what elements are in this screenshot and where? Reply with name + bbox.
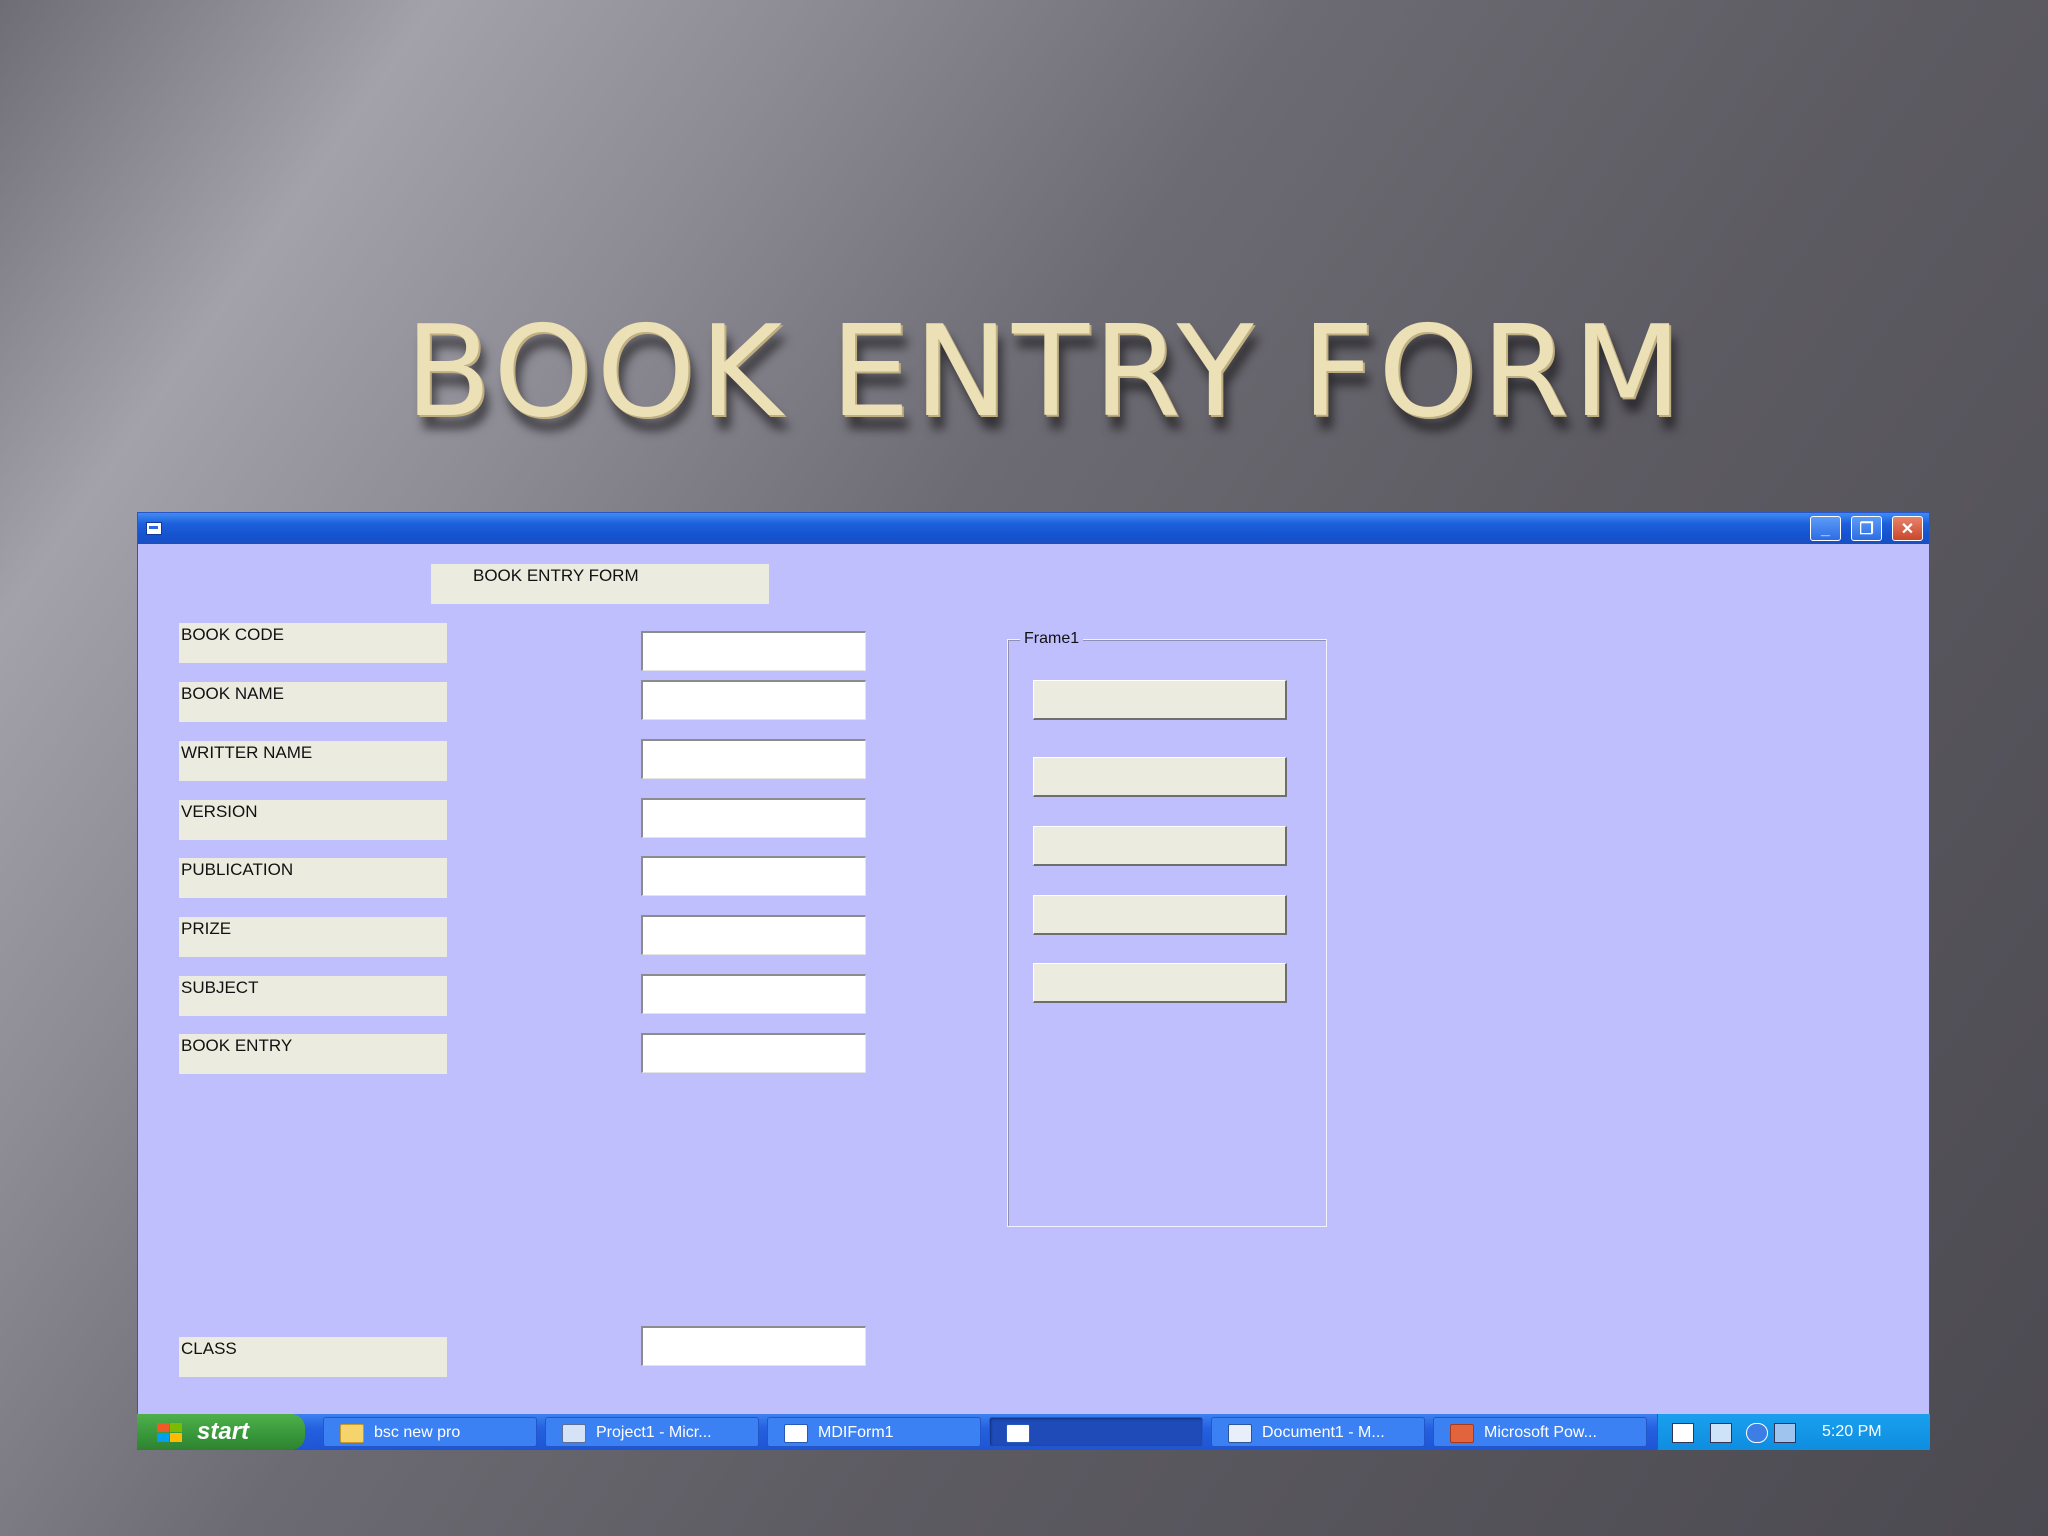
form-window-icon (1006, 1424, 1030, 1443)
task-label: MDIForm1 (818, 1424, 894, 1441)
network-icon[interactable] (1774, 1423, 1796, 1443)
frame-button-4[interactable] (1033, 895, 1287, 935)
form-heading-label: BOOK ENTRY FORM (431, 564, 769, 604)
start-label: start (197, 1418, 250, 1445)
task-document1[interactable]: Document1 - M... (1211, 1417, 1425, 1447)
task-bsc-new-pro[interactable]: bsc new pro (323, 1417, 537, 1447)
taskbar: start bsc new pro Project1 - Micr... MDI… (137, 1414, 1930, 1450)
system-tray: 5:20 PM (1657, 1414, 1930, 1450)
task-powerpoint[interactable]: Microsoft Pow... (1433, 1417, 1647, 1447)
word-icon (1228, 1424, 1252, 1443)
book-code-label: BOOK CODE (179, 623, 447, 663)
prize-input[interactable] (641, 915, 866, 955)
book-name-label: BOOK NAME (179, 682, 447, 722)
minimize-button[interactable]: _ (1810, 516, 1841, 541)
close-button[interactable]: ✕ (1892, 516, 1923, 541)
window-switch-icon[interactable] (1710, 1423, 1732, 1443)
slide-title: BOOK ENTRY FORM (405, 298, 1686, 445)
frame-button-3[interactable] (1033, 826, 1287, 866)
frame-button-2[interactable] (1033, 757, 1287, 797)
form-window-icon (784, 1424, 808, 1443)
task-label: Document1 - M... (1262, 1424, 1385, 1441)
task-label: Microsoft Pow... (1484, 1424, 1597, 1441)
frame1-groupbox: Frame1 (1007, 630, 1327, 1227)
publication-label: PUBLICATION (179, 858, 447, 898)
publication-input[interactable] (641, 856, 866, 896)
windows-flag-icon (157, 1423, 183, 1443)
class-label: CLASS (179, 1337, 447, 1377)
chevron-left-icon[interactable] (1746, 1423, 1768, 1443)
book-entry-window: _ ❐ ✕ BOOK ENTRY FORM BOOK CODE BOOK NAM… (137, 512, 1930, 1416)
subject-input[interactable] (641, 974, 866, 1014)
task-mdiform1[interactable]: MDIForm1 (767, 1417, 981, 1447)
window-titlebar[interactable]: _ ❐ ✕ (138, 513, 1929, 544)
class-input[interactable] (641, 1326, 866, 1366)
help-icon[interactable] (1672, 1423, 1694, 1443)
version-input[interactable] (641, 798, 866, 838)
book-code-input[interactable] (641, 631, 866, 671)
start-button[interactable]: start (137, 1414, 305, 1450)
book-entry-input[interactable] (641, 1033, 866, 1073)
book-name-input[interactable] (641, 680, 866, 720)
frame-button-1[interactable] (1033, 680, 1287, 720)
folder-icon (340, 1424, 364, 1443)
vb-project-icon (562, 1424, 586, 1443)
prize-label: PRIZE (179, 917, 447, 957)
task-project1[interactable]: Project1 - Micr... (545, 1417, 759, 1447)
subject-label: SUBJECT (179, 976, 447, 1016)
form-window-icon[interactable] (146, 522, 162, 535)
task-label: bsc new pro (374, 1424, 461, 1441)
frame1-caption: Frame1 (1020, 630, 1084, 648)
version-label: VERSION (179, 800, 447, 840)
frame-button-5[interactable] (1033, 963, 1287, 1003)
writter-name-input[interactable] (641, 739, 866, 779)
book-entry-label: BOOK ENTRY (179, 1034, 447, 1074)
clock: 5:20 PM (1822, 1423, 1882, 1440)
task-book-entry-form[interactable] (989, 1417, 1203, 1447)
task-label: Project1 - Micr... (596, 1424, 712, 1441)
powerpoint-icon (1450, 1424, 1474, 1443)
writter-name-label: WRITTER NAME (179, 741, 447, 781)
restore-button[interactable]: ❐ (1851, 516, 1882, 541)
